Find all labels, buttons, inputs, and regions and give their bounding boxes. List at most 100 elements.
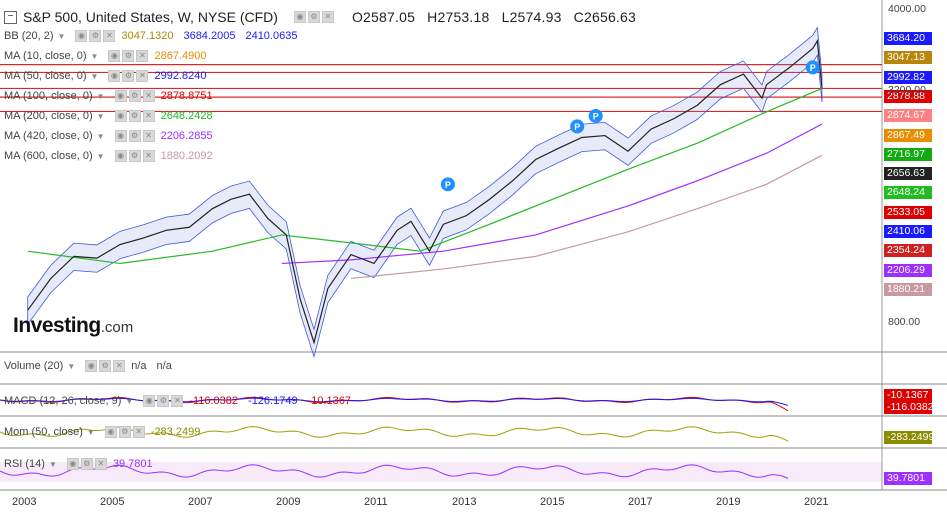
indicator-value: 2206.2855 — [160, 130, 213, 142]
ohlc-values: O2587.05 H2753.18 L2574.93 C2656.63 — [352, 9, 644, 25]
gear-icon[interactable]: ⚙ — [118, 426, 131, 438]
price-tag: 2354.24 — [884, 244, 932, 258]
indicator-row: MA (10, close, 0) ▼ ◉ ⚙ ✕ 2867.4900 — [4, 46, 644, 66]
indicator-name: MA (420, close, 0) — [4, 130, 93, 142]
eye-icon[interactable]: ◉ — [143, 395, 156, 407]
price-tag: 2716.97 — [884, 147, 932, 161]
rsi-value: 39.7801 — [112, 458, 153, 470]
axis-tick-label: 4000.00 — [888, 3, 926, 15]
eye-icon[interactable]: ◉ — [114, 130, 127, 142]
chevron-down-icon[interactable]: ▼ — [49, 460, 57, 469]
symbol-title: S&P 500, United States, W, NYSE (CFD) — [23, 9, 278, 25]
investing-logo: Investing.com — [13, 314, 134, 337]
chevron-down-icon[interactable]: ▼ — [67, 362, 75, 371]
gear-icon[interactable]: ⚙ — [128, 150, 141, 162]
eye-icon[interactable]: ◉ — [108, 50, 121, 62]
x-axis-tick-label: 2009 — [276, 496, 301, 508]
open-value: O2587.05 — [351, 9, 416, 25]
x-axis-tick-label: 2019 — [716, 496, 741, 508]
chevron-down-icon[interactable]: ▼ — [87, 428, 95, 437]
eye-icon[interactable]: ◉ — [114, 110, 127, 122]
close-icon[interactable]: ✕ — [94, 458, 107, 470]
close-icon[interactable]: ✕ — [142, 110, 155, 122]
indicator-row: MA (100, close, 0) ▼ ◉ ⚙ ✕ 2878.8751 — [4, 86, 644, 106]
price-tag: 2656.63 — [884, 167, 932, 181]
close-icon[interactable]: ✕ — [132, 426, 145, 438]
momentum-tag: -283.2499 — [884, 431, 934, 444]
indicator-name: MA (100, close, 0) — [4, 90, 93, 102]
close-icon[interactable]: ✕ — [142, 150, 155, 162]
price-tag: 2533.05 — [884, 205, 932, 219]
macd-name: MACD (12, 26, close, 9) — [4, 395, 122, 407]
chevron-down-icon[interactable]: ▼ — [91, 72, 99, 81]
indicator-value: 2410.0635 — [245, 30, 298, 42]
price-tag: 3047.13 — [884, 51, 932, 65]
gear-icon[interactable]: ⚙ — [122, 70, 135, 82]
eye-icon[interactable]: ◉ — [104, 426, 117, 438]
price-tag: 2648.24 — [884, 186, 932, 200]
indicator-buttons: ◉ ⚙ ✕ — [114, 110, 155, 122]
close-icon[interactable]: ✕ — [321, 11, 334, 23]
macd-signal-value: -126.1749 — [248, 395, 298, 407]
indicator-name: MA (10, close, 0) — [4, 50, 87, 62]
indicator-buttons: ◉ ⚙ ✕ — [108, 70, 149, 82]
close-icon[interactable]: ✕ — [171, 395, 184, 407]
rsi-legend: RSI (14) ▼ ◉ ⚙ ✕ 39.7801 — [4, 458, 163, 470]
gear-icon[interactable]: ⚙ — [122, 50, 135, 62]
eye-icon[interactable]: ◉ — [66, 458, 79, 470]
chevron-down-icon[interactable]: ▼ — [58, 32, 66, 41]
gear-icon[interactable]: ⚙ — [128, 130, 141, 142]
x-axis-tick-label: 2017 — [628, 496, 653, 508]
axis-tick-label: 800.00 — [888, 316, 921, 328]
indicator-list: BB (20, 2) ▼ ◉ ⚙ ✕ 3047.1320 3684.2005 2410.063… — [4, 26, 644, 166]
high-value: H2753.18 — [427, 9, 490, 25]
p-marker-label: P — [445, 180, 451, 190]
eye-icon[interactable]: ◉ — [108, 70, 121, 82]
indicator-row: MA (200, close, 0) ▼ ◉ ⚙ ✕ 2648.2428 — [4, 106, 644, 126]
eye-icon[interactable]: ◉ — [85, 360, 98, 372]
price-tag: 2874.67 — [884, 109, 932, 123]
chevron-down-icon[interactable]: ▼ — [125, 397, 133, 406]
close-icon[interactable]: ✕ — [136, 70, 149, 82]
gear-icon[interactable]: ⚙ — [80, 458, 93, 470]
eye-icon[interactable]: ◉ — [114, 90, 127, 102]
close-icon[interactable]: ✕ — [142, 90, 155, 102]
volume-name: Volume (20) — [4, 360, 64, 372]
indicator-name: BB (20, 2) — [4, 30, 54, 42]
gear-icon[interactable]: ⚙ — [99, 360, 112, 372]
x-axis-tick-label: 2003 — [12, 496, 37, 508]
indicator-name: MA (50, close, 0) — [4, 70, 87, 82]
indicator-value: 2992.8240 — [154, 70, 207, 82]
indicator-value: 2648.2428 — [160, 110, 213, 122]
x-axis-tick-label: 2007 — [188, 496, 213, 508]
eye-icon[interactable]: ◉ — [114, 150, 127, 162]
collapse-icon[interactable]: − — [4, 10, 17, 24]
indicator-name: MA (600, close, 0) — [4, 150, 93, 162]
indicator-buttons: ◉ ⚙ ✕ — [108, 50, 149, 62]
close-icon[interactable]: ✕ — [113, 360, 126, 372]
chart-legend: − S&P 500, United States, W, NYSE (CFD) … — [4, 8, 644, 166]
chevron-down-icon[interactable]: ▼ — [97, 92, 105, 101]
chevron-down-icon[interactable]: ▼ — [97, 112, 105, 121]
chevron-down-icon[interactable]: ▼ — [97, 132, 105, 141]
indicator-value: 2867.4900 — [154, 50, 207, 62]
gear-icon[interactable]: ⚙ — [128, 90, 141, 102]
rsi-name: RSI (14) — [4, 458, 45, 470]
indicator-row: MA (600, close, 0) ▼ ◉ ⚙ ✕ 1880.2092 — [4, 146, 644, 166]
eye-icon[interactable]: ◉ — [293, 11, 306, 23]
mom-name: Mom (50, close) — [4, 426, 83, 438]
chevron-down-icon[interactable]: ▼ — [97, 152, 105, 161]
indicator-buttons: ◉ ⚙ ✕ — [114, 90, 155, 102]
price-tag: 1880.21 — [884, 282, 932, 296]
chevron-down-icon[interactable]: ▼ — [91, 52, 99, 61]
close-icon[interactable]: ✕ — [103, 30, 116, 42]
price-tag: 3684.20 — [884, 32, 932, 45]
gear-icon[interactable]: ⚙ — [128, 110, 141, 122]
close-icon[interactable]: ✕ — [136, 50, 149, 62]
eye-icon[interactable]: ◉ — [75, 30, 88, 42]
close-icon[interactable]: ✕ — [142, 130, 155, 142]
gear-icon[interactable]: ⚙ — [89, 30, 102, 42]
gear-icon[interactable]: ⚙ — [157, 395, 170, 407]
x-axis-tick-label: 2005 — [100, 496, 125, 508]
gear-icon[interactable]: ⚙ — [307, 11, 320, 23]
